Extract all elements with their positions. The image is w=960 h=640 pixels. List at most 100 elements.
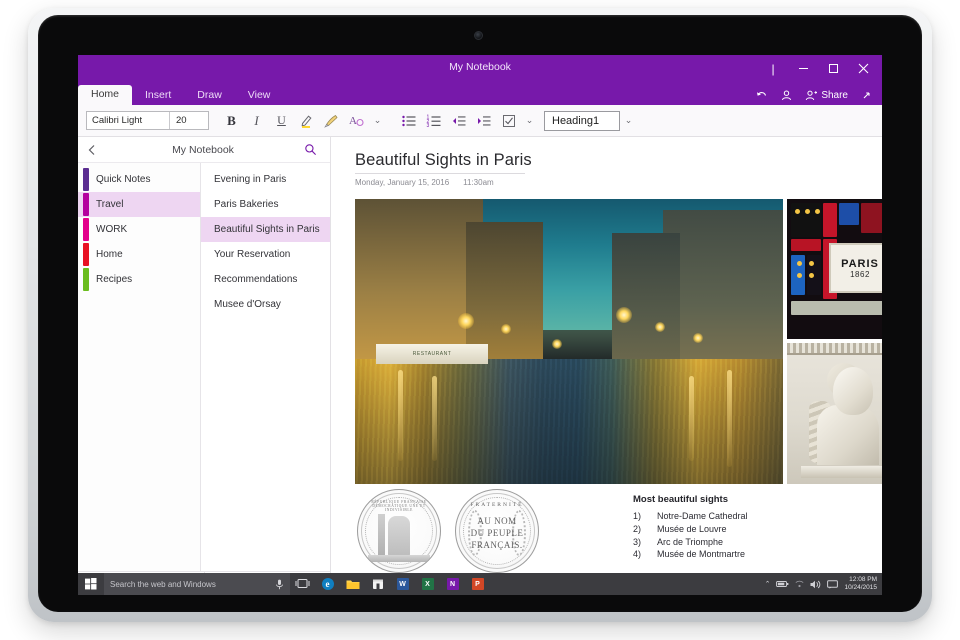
close-button[interactable] xyxy=(848,55,878,82)
powerpoint-icon[interactable]: P xyxy=(465,573,490,595)
tab-view[interactable]: View xyxy=(235,86,284,105)
clock[interactable]: 12:08 PM 10/24/2015 xyxy=(844,576,877,592)
glass-dot xyxy=(795,209,800,214)
highlighter-button[interactable] xyxy=(294,109,319,133)
numbered-list-button[interactable]: 1 2 3 xyxy=(421,109,446,133)
underline-button[interactable]: U xyxy=(269,109,294,133)
section-label: Recipes xyxy=(96,274,133,285)
search-input[interactable]: Search the web and Windows xyxy=(104,573,290,595)
edge-glyph: e xyxy=(321,578,334,590)
medal-ground xyxy=(368,555,430,562)
tab-draw[interactable]: Draw xyxy=(184,86,235,105)
action-center-icon[interactable] xyxy=(827,579,839,589)
excel-icon[interactable]: X xyxy=(415,573,440,595)
section-list: Quick Notes Travel WORK Home Recipes xyxy=(78,163,201,571)
paris-1862-plate: PARIS 1862 xyxy=(829,243,882,293)
page-item-beautiful-sights-in-paris[interactable]: Beautiful Sights in Paris xyxy=(201,217,330,242)
microphone-icon[interactable] xyxy=(275,579,284,590)
page-item-musee-dorsay[interactable]: Musee d'Orsay xyxy=(201,292,330,317)
account-icon[interactable] xyxy=(775,88,798,103)
page-item-your-reservation[interactable]: Your Reservation xyxy=(201,242,330,267)
list-item: 2) Musée de Louvre xyxy=(633,523,882,536)
share-button[interactable]: Share xyxy=(800,88,853,103)
tab-home[interactable]: Home xyxy=(78,85,133,105)
file-explorer-icon[interactable] xyxy=(340,573,365,595)
text-styles-button[interactable]: A xyxy=(344,109,369,133)
section-item-recipes[interactable]: Recipes xyxy=(78,267,200,292)
decrease-indent-button[interactable] xyxy=(446,109,471,133)
paris-street-night-photo[interactable]: RESTAURANT xyxy=(355,199,783,484)
task-view-icon[interactable] xyxy=(290,573,315,595)
street-lamp xyxy=(457,313,474,329)
search-icon[interactable] xyxy=(304,143,322,156)
section-label: WORK xyxy=(96,224,128,235)
medal-column xyxy=(378,514,385,556)
paragraph-style-select[interactable]: Heading1 xyxy=(544,110,620,131)
page-item-recommendations[interactable]: Recommendations xyxy=(201,267,330,292)
plate-line-1: PARIS xyxy=(841,257,879,270)
medal-seated-figure xyxy=(388,516,410,556)
bold-button[interactable]: B xyxy=(219,109,244,133)
marble-bust-relief-photo[interactable] xyxy=(787,343,882,484)
font-size-input[interactable]: 20 xyxy=(170,112,208,129)
edge-icon[interactable]: e xyxy=(315,573,340,595)
list-label: Arc de Triomphe xyxy=(657,536,724,547)
tab-insert[interactable]: Insert xyxy=(132,86,184,105)
page-item-evening-in-paris[interactable]: Evening in Paris xyxy=(201,167,330,192)
section-item-quick-notes[interactable]: Quick Notes xyxy=(78,167,200,192)
store-icon[interactable] xyxy=(365,573,390,595)
section-label: Travel xyxy=(96,199,124,210)
medal-left-legend: RÉPUBLIQUE FRANÇAISE DÉMOCRATIQUE UNE ET… xyxy=(371,500,427,512)
nav-header: My Notebook xyxy=(78,137,330,163)
light-reflection-streak xyxy=(727,370,733,467)
paris-stained-glass-photo[interactable]: PARIS 1862 xyxy=(787,199,882,339)
expand-button[interactable] xyxy=(855,88,878,103)
chevron-left-icon[interactable] xyxy=(86,144,102,156)
list-label: Notre-Dame Cathedral xyxy=(657,511,748,521)
minimize-button[interactable] xyxy=(788,55,818,82)
most-beautiful-sights-block[interactable]: Most beautiful sights 1) Notre-Dame Cath… xyxy=(633,494,882,561)
glass-pane xyxy=(823,203,837,237)
sights-heading: Most beautiful sights xyxy=(633,494,728,505)
section-item-travel[interactable]: Travel xyxy=(78,192,200,217)
page-item-paris-bakeries[interactable]: Paris Bakeries xyxy=(201,192,330,217)
glass-dot xyxy=(815,209,820,214)
glass-dot xyxy=(809,261,814,266)
increase-indent-button[interactable] xyxy=(471,109,496,133)
notebook-nav-pane: My Notebook Quick Notes Travel WORK Home… xyxy=(78,137,331,595)
bullet-list-button[interactable] xyxy=(396,109,421,133)
title-separator: | xyxy=(771,61,775,76)
font-name-input[interactable]: Calibri Light xyxy=(87,112,170,129)
clock-time: 12:08 PM xyxy=(849,575,877,583)
section-item-work[interactable]: WORK xyxy=(78,217,200,242)
list-more-caret[interactable]: ⌄ xyxy=(521,109,538,133)
undo-button[interactable] xyxy=(750,88,773,103)
maximize-restore-button[interactable] xyxy=(818,55,848,82)
street-lamp xyxy=(693,332,704,343)
network-icon[interactable] xyxy=(795,580,804,588)
page-media-group: RESTAURANT PARIS 1862 RÉPUBLIQUE FRANÇAI… xyxy=(355,199,882,573)
volume-icon[interactable] xyxy=(810,580,821,589)
glass-pane xyxy=(791,239,821,251)
onenote-icon[interactable]: N xyxy=(440,573,465,595)
excel-glyph: X xyxy=(421,578,434,590)
page-canvas[interactable]: Beautiful Sights in Paris Monday, Januar… xyxy=(331,137,882,595)
format-more-caret[interactable]: ⌄ xyxy=(369,109,386,133)
word-icon[interactable]: W xyxy=(390,573,415,595)
todo-checkbox-button[interactable] xyxy=(496,109,521,133)
clock-date: 10/24/2015 xyxy=(844,584,877,591)
windows-start-icon[interactable] xyxy=(78,573,104,595)
french-medals-image[interactable]: RÉPUBLIQUE FRANÇAISE DÉMOCRATIQUE UNE ET… xyxy=(355,489,625,574)
page-title[interactable]: Beautiful Sights in Paris xyxy=(355,151,882,170)
list-item: 1) Notre-Dame Cathedral xyxy=(633,510,882,523)
bust-pedestal xyxy=(801,466,882,478)
battery-icon[interactable] xyxy=(776,580,789,588)
format-painter-button[interactable] xyxy=(319,109,344,133)
italic-button[interactable]: I xyxy=(244,109,269,133)
light-reflection-streak xyxy=(432,375,438,462)
paragraph-style-caret[interactable]: ⌄ xyxy=(620,109,637,133)
section-item-home[interactable]: Home xyxy=(78,242,200,267)
svg-text:3: 3 xyxy=(426,123,429,129)
section-color-swatch xyxy=(83,218,89,241)
show-hidden-icons-chevron[interactable]: ⌃ xyxy=(765,580,771,588)
